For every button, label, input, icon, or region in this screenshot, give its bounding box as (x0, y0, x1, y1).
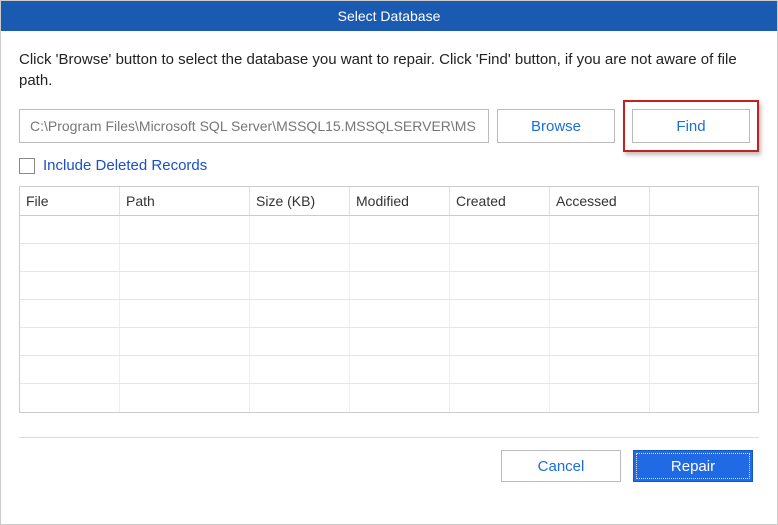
path-row: Browse Find (19, 109, 759, 143)
window-titlebar: Select Database (1, 1, 777, 31)
instructions-text: Click 'Browse' button to select the data… (19, 49, 759, 91)
window-title: Select Database (338, 8, 441, 24)
table-row (20, 216, 758, 244)
database-path-input[interactable] (19, 109, 489, 143)
table-header-row: File Path Size (KB) Modified Created Acc… (20, 187, 758, 216)
dialog-content: Click 'Browse' button to select the data… (1, 31, 777, 500)
include-deleted-row: Include Deleted Records (19, 157, 759, 174)
repair-button[interactable]: Repair (633, 450, 753, 482)
table-row (20, 356, 758, 384)
table-row (20, 328, 758, 356)
column-header-size[interactable]: Size (KB) (250, 187, 350, 215)
table-row (20, 244, 758, 272)
cancel-button[interactable]: Cancel (501, 450, 621, 482)
table-row (20, 384, 758, 412)
include-deleted-checkbox[interactable] (19, 158, 35, 174)
column-header-file[interactable]: File (20, 187, 120, 215)
include-deleted-label: Include Deleted Records (43, 157, 207, 174)
browse-button[interactable]: Browse (497, 109, 615, 143)
footer-separator (19, 437, 759, 438)
column-header-spacer (650, 187, 758, 215)
results-table: File Path Size (KB) Modified Created Acc… (19, 186, 759, 413)
table-row (20, 300, 758, 328)
table-row (20, 272, 758, 300)
column-header-created[interactable]: Created (450, 187, 550, 215)
column-header-modified[interactable]: Modified (350, 187, 450, 215)
table-body (20, 216, 758, 412)
column-header-path[interactable]: Path (120, 187, 250, 215)
find-button[interactable]: Find (632, 109, 750, 143)
column-header-accessed[interactable]: Accessed (550, 187, 650, 215)
find-highlight-box: Find (623, 100, 759, 152)
dialog-footer: Cancel Repair (19, 450, 759, 482)
